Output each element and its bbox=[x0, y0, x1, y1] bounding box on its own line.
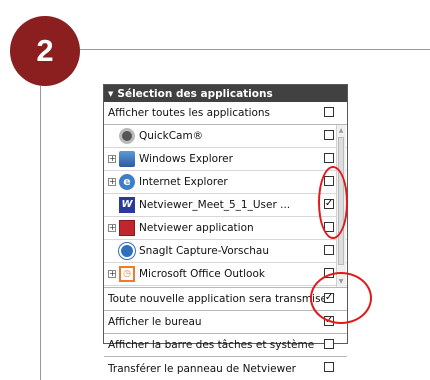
collapse-triangle-icon[interactable]: ▼ bbox=[108, 90, 113, 98]
option-row-transfer-panel[interactable]: Transférer le panneau de Netviewer bbox=[104, 357, 347, 380]
divider-horizontal bbox=[80, 49, 430, 50]
app-row-internet-explorer[interactable]: + e Internet Explorer bbox=[104, 171, 347, 194]
windows-explorer-icon bbox=[119, 151, 135, 167]
option-label: Transférer le panneau de Netviewer bbox=[108, 362, 296, 375]
option-label: Toute nouvelle application sera transmis… bbox=[108, 293, 328, 305]
app-label: Netviewer_Meet_5_1_User ... bbox=[139, 199, 291, 211]
option-row-show-taskbar[interactable]: Afficher la barre des tâches et système bbox=[104, 334, 347, 357]
step-number-badge: 2 bbox=[10, 16, 80, 86]
expand-plus-icon[interactable]: + bbox=[108, 224, 116, 232]
quickcam-icon bbox=[119, 128, 135, 144]
panel-title: Sélection des applications bbox=[117, 87, 273, 100]
app-row-netviewer-meet[interactable]: W Netviewer_Meet_5_1_User ... bbox=[104, 194, 347, 217]
expand-plus-icon[interactable]: + bbox=[108, 270, 116, 278]
application-list: QuickCam® + Windows Explorer + e Interne… bbox=[104, 125, 347, 288]
app-label: SnagIt Capture-Vorschau bbox=[139, 245, 269, 257]
app-row-snagit[interactable]: SnagIt Capture-Vorschau bbox=[104, 240, 347, 263]
app-label: Microsoft Office Outlook bbox=[139, 268, 265, 280]
option-label: Afficher la barre des tâches et système bbox=[108, 339, 315, 351]
option-checkbox[interactable] bbox=[324, 362, 334, 372]
option-row-show-desktop[interactable]: Afficher le bureau bbox=[104, 311, 347, 334]
app-label: QuickCam® bbox=[139, 130, 204, 142]
internet-explorer-icon: e bbox=[119, 174, 135, 190]
app-row-netviewer-application[interactable]: + Netviewer application bbox=[104, 217, 347, 240]
divider-vertical bbox=[40, 86, 41, 380]
outlook-icon: ◷ bbox=[119, 266, 135, 282]
app-row-quickcam[interactable]: QuickCam® bbox=[104, 125, 347, 148]
snagit-icon bbox=[118, 242, 136, 260]
app-checkbox[interactable] bbox=[324, 130, 334, 140]
app-checkbox[interactable] bbox=[324, 245, 334, 255]
expand-plus-icon[interactable]: + bbox=[108, 178, 116, 186]
show-all-applications-label: Afficher toutes les applications bbox=[108, 107, 271, 119]
app-row-windows-explorer[interactable]: + Windows Explorer bbox=[104, 148, 347, 171]
expand-plus-icon[interactable]: + bbox=[108, 155, 116, 163]
panel-header[interactable]: ▼ Sélection des applications bbox=[104, 85, 347, 102]
app-label: Windows Explorer bbox=[139, 153, 233, 165]
app-checkbox[interactable] bbox=[324, 153, 334, 163]
annotation-circle-netviewer-checkbox bbox=[318, 166, 348, 239]
annotation-circle-options-checkboxes bbox=[310, 272, 372, 324]
app-label: Netviewer application bbox=[139, 222, 254, 234]
netviewer-meet-icon: W bbox=[119, 197, 135, 213]
show-all-applications-row[interactable]: Afficher toutes les applications bbox=[104, 102, 347, 125]
option-checkbox[interactable] bbox=[324, 339, 334, 349]
app-label: Internet Explorer bbox=[139, 176, 228, 188]
app-row-outlook[interactable]: + ◷ Microsoft Office Outlook bbox=[104, 263, 347, 286]
netviewer-app-icon bbox=[119, 220, 135, 236]
show-all-applications-checkbox[interactable] bbox=[324, 107, 334, 117]
option-label: Afficher le bureau bbox=[108, 316, 202, 328]
scroll-up-arrow-icon[interactable]: ▲ bbox=[337, 126, 345, 135]
